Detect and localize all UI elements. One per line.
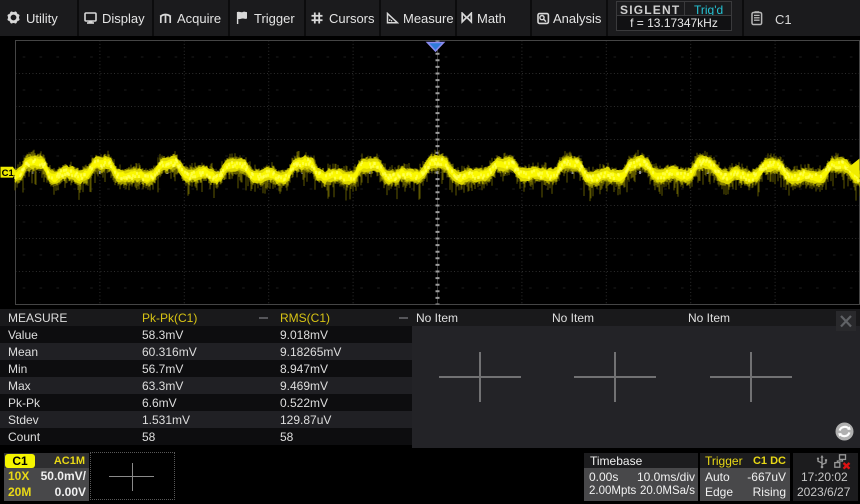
svg-text:C1: C1 <box>2 168 15 179</box>
